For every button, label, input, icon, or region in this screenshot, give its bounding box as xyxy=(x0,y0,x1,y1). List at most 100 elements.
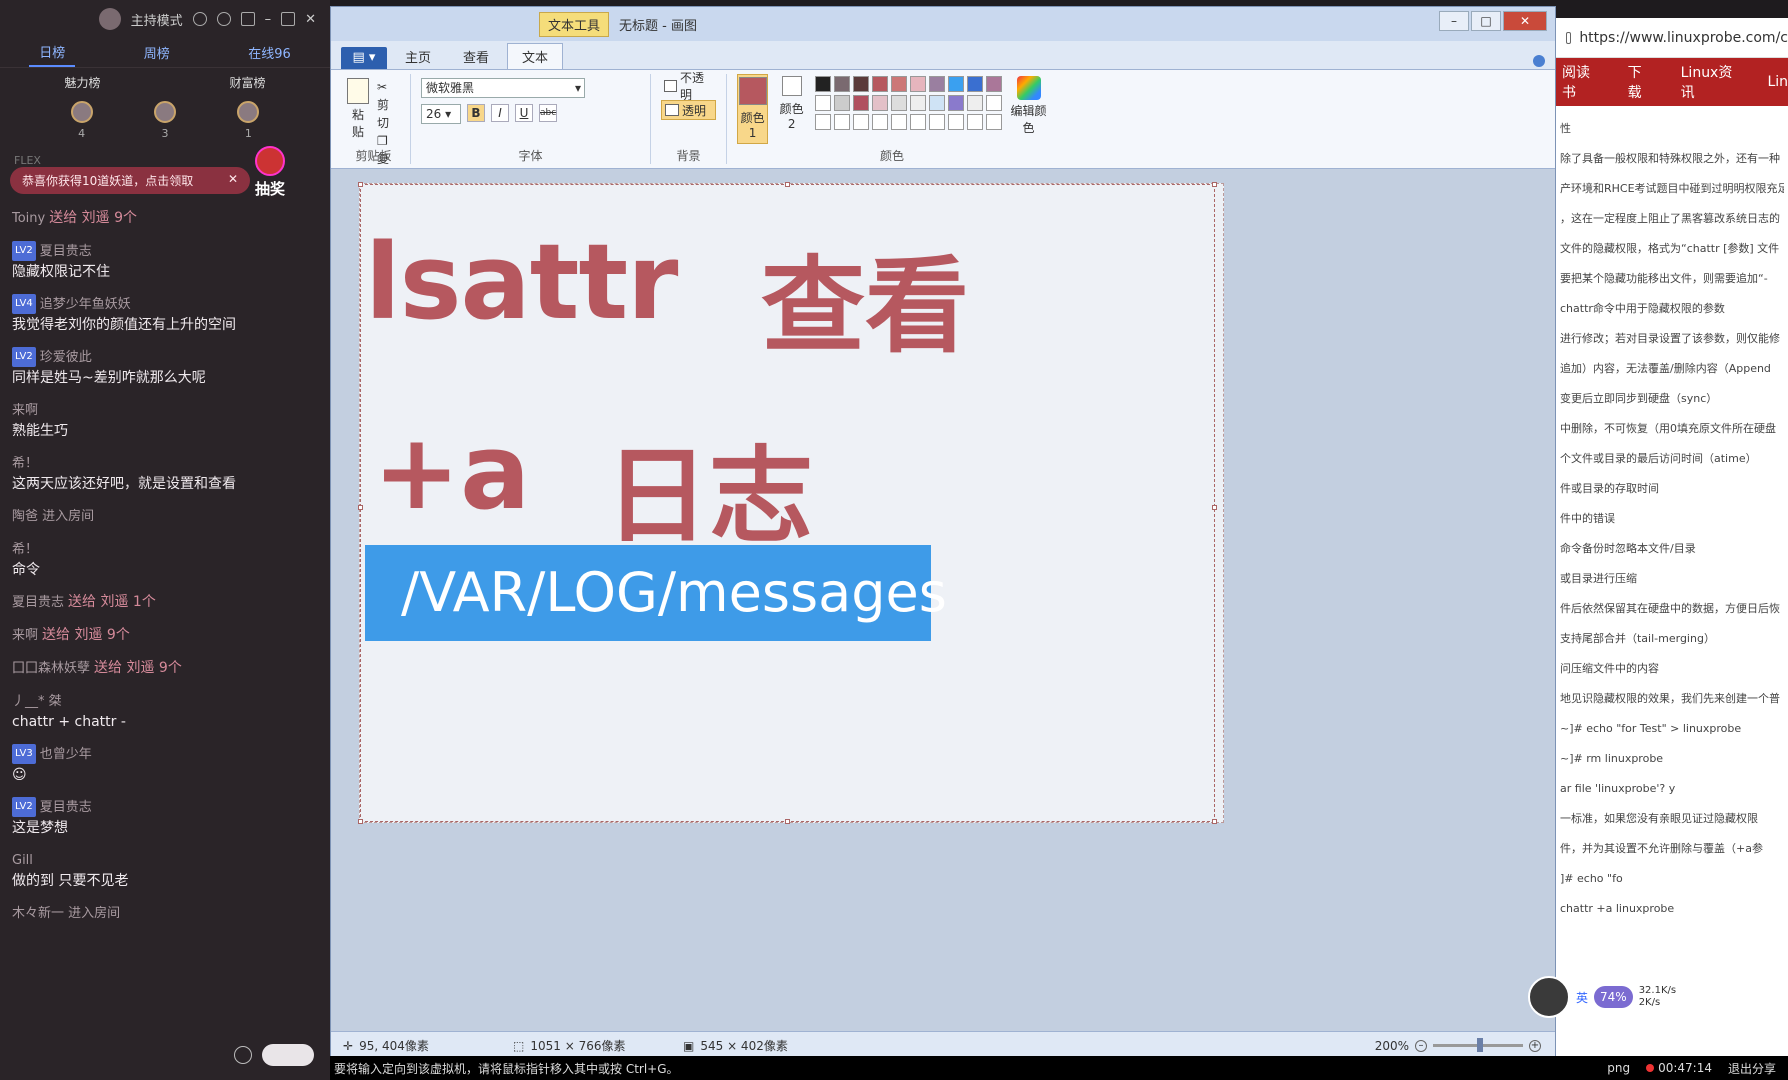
maximize-button[interactable]: □ xyxy=(1471,11,1501,31)
zoom-slider[interactable] xyxy=(1433,1038,1523,1052)
color-swatch[interactable] xyxy=(853,76,870,92)
color-swatch[interactable] xyxy=(948,95,965,111)
chat-username[interactable]: 追梦少年鱼妖妖 xyxy=(40,297,131,312)
minimize-icon[interactable]: – xyxy=(265,12,272,27)
color-swatch[interactable] xyxy=(891,95,908,111)
chat-username[interactable]: 来啊 xyxy=(12,403,38,418)
color-swatch[interactable] xyxy=(872,95,889,111)
color-swatch[interactable] xyxy=(967,76,984,92)
close-icon[interactable]: ✕ xyxy=(228,172,238,189)
italic-button[interactable]: I xyxy=(491,104,509,122)
resize-handle[interactable] xyxy=(1212,182,1217,187)
help-icon[interactable] xyxy=(1533,55,1545,67)
rank-avatar[interactable]: 3 xyxy=(153,101,176,140)
menu-icon[interactable] xyxy=(240,12,255,26)
tab-view[interactable]: 查看 xyxy=(449,44,503,69)
drawing-canvas[interactable]: lsattr 查看 +a 日志 /VAR/LOG/messages xyxy=(358,182,1224,824)
color-swatch[interactable] xyxy=(929,95,946,111)
resize-handle[interactable] xyxy=(785,182,790,187)
color-swatch[interactable] xyxy=(910,95,927,111)
zoom-out-icon[interactable]: – xyxy=(1415,1039,1427,1052)
minimize-button[interactable]: – xyxy=(1439,11,1469,31)
tab-online[interactable]: 在线96 xyxy=(238,39,301,66)
color-swatch[interactable] xyxy=(815,76,832,92)
color-swatch[interactable] xyxy=(872,76,889,92)
color-swatch[interactable] xyxy=(834,76,851,92)
color-swatch[interactable] xyxy=(853,95,870,111)
exit-share-button[interactable]: 退出分享 xyxy=(1728,1060,1776,1077)
chat-username[interactable]: 也曾少年 xyxy=(40,747,92,762)
resize-handle[interactable] xyxy=(358,505,363,510)
tab-home[interactable]: 主页 xyxy=(391,44,445,69)
font-size-select[interactable]: 26 ▾ xyxy=(421,104,461,124)
color-swatch[interactable] xyxy=(834,95,851,111)
record-icon[interactable] xyxy=(216,12,231,26)
color-swatch[interactable] xyxy=(853,114,870,130)
nav-item[interactable]: Lin xyxy=(1767,74,1788,90)
color-swatch[interactable] xyxy=(986,114,1003,130)
resize-handle[interactable] xyxy=(1212,819,1217,824)
resize-handle[interactable] xyxy=(358,819,363,824)
rank-avatar[interactable]: 4 xyxy=(70,101,93,140)
paint-menu-button[interactable]: ▤ ▾ xyxy=(341,47,387,69)
chat-username[interactable]: 囗囗森林妖孽 xyxy=(12,661,90,676)
lottery-button[interactable]: 抽奖 xyxy=(248,146,292,199)
chat-username[interactable]: Toiny xyxy=(12,211,45,226)
chat-username[interactable]: 陶爸 进入房间 xyxy=(12,509,94,524)
ime-indicator[interactable]: 英 xyxy=(1576,989,1588,1006)
color-swatch[interactable] xyxy=(986,76,1003,92)
transparent-option[interactable]: 透明 xyxy=(661,100,716,120)
charm-rank-title[interactable]: 魅力榜 xyxy=(64,74,100,91)
cut-button[interactable]: ✂ 剪切 xyxy=(377,78,400,132)
nav-item[interactable]: 阅读书 xyxy=(1562,62,1600,102)
emoji-icon[interactable] xyxy=(234,1046,252,1064)
color-swatch[interactable] xyxy=(929,114,946,130)
color-swatch[interactable] xyxy=(967,95,984,111)
color-swatch[interactable] xyxy=(929,76,946,92)
color-swatch[interactable] xyxy=(891,114,908,130)
wealth-rank-title[interactable]: 财富榜 xyxy=(229,74,265,91)
color-swatch[interactable] xyxy=(815,95,832,111)
color1-button[interactable]: 颜色 1 xyxy=(737,74,769,144)
close-button[interactable]: ✕ xyxy=(1503,11,1547,31)
color-swatch[interactable] xyxy=(986,95,1003,111)
resize-handle[interactable] xyxy=(358,182,363,187)
color-swatch[interactable] xyxy=(948,114,965,130)
send-button[interactable] xyxy=(262,1044,314,1066)
chat-username[interactable]: 夏目贵志 xyxy=(12,595,64,610)
maximize-icon[interactable] xyxy=(281,12,296,26)
color-swatch[interactable] xyxy=(910,76,927,92)
rank-avatar[interactable]: 1 xyxy=(237,101,260,140)
underline-button[interactable]: U xyxy=(515,104,533,122)
chat-username[interactable]: 希！ xyxy=(12,542,38,557)
color-swatch[interactable] xyxy=(910,114,927,130)
chat-username[interactable]: 珍爱彼此 xyxy=(40,350,92,365)
chat-username[interactable]: 夏目贵志 xyxy=(40,800,92,815)
strikethrough-button[interactable]: abc xyxy=(539,104,557,122)
chat-username[interactable]: 夏目贵志 xyxy=(40,244,92,259)
chat-username[interactable]: 丿__* 桀 xyxy=(12,694,62,709)
color-swatch[interactable] xyxy=(815,114,832,130)
floating-widget[interactable]: 英 74% 32.1K/s 2K/s xyxy=(1528,976,1676,1018)
address-bar[interactable]: https://www.linuxprobe.com/c xyxy=(1556,18,1788,58)
close-icon[interactable]: ✕ xyxy=(305,12,316,27)
chat-username[interactable]: Gill xyxy=(12,853,33,868)
tab-daily[interactable]: 日榜 xyxy=(29,38,76,67)
color-swatch[interactable] xyxy=(948,76,965,92)
chat-username[interactable]: 来啊 xyxy=(12,628,38,643)
text-box[interactable]: lsattr 查看 +a 日志 /VAR/LOG/messages xyxy=(358,182,1217,824)
tab-weekly[interactable]: 周榜 xyxy=(134,39,180,66)
opaque-option[interactable]: 不透明 xyxy=(661,71,716,102)
chat-username[interactable]: 希！ xyxy=(12,456,38,471)
chat-username[interactable]: 木々新一 进入房间 xyxy=(12,906,120,921)
color-swatch[interactable] xyxy=(891,76,908,92)
zoom-in-icon[interactable]: + xyxy=(1529,1039,1541,1052)
reward-notice[interactable]: 恭喜你获得10道妖道，点击领取 ✕ xyxy=(10,167,250,194)
bold-button[interactable]: B xyxy=(467,104,485,122)
zoom-thumb[interactable] xyxy=(1477,1038,1483,1052)
color-swatch[interactable] xyxy=(834,114,851,130)
canvas-area[interactable]: lsattr 查看 +a 日志 /VAR/LOG/messages xyxy=(331,169,1555,1031)
resize-handle[interactable] xyxy=(785,819,790,824)
nav-item[interactable]: 下载 xyxy=(1628,62,1653,102)
color-swatch[interactable] xyxy=(872,114,889,130)
